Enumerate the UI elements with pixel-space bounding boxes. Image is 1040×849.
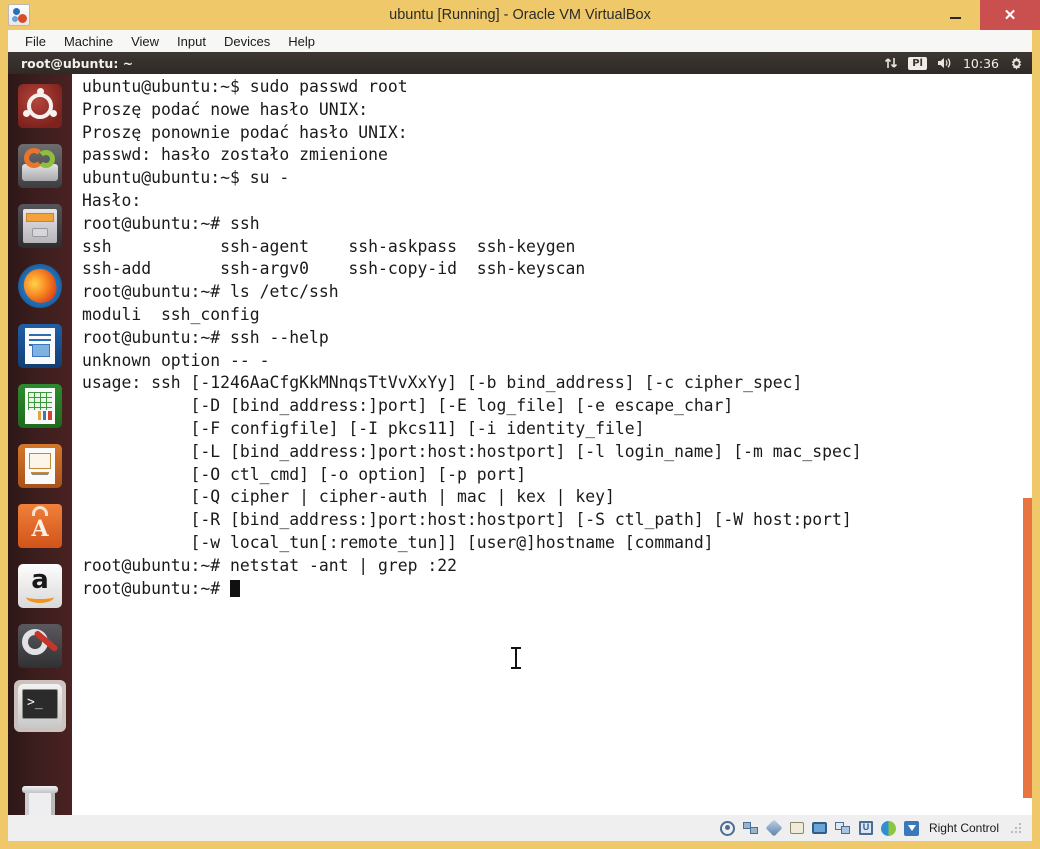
- menu-item-machine[interactable]: Machine: [55, 33, 122, 50]
- network-icon[interactable]: [884, 56, 898, 70]
- host-key-icon[interactable]: [904, 820, 920, 836]
- optical-drive-icon[interactable]: [720, 820, 736, 836]
- settings-icon: [18, 624, 62, 668]
- software-center-icon: A: [18, 504, 62, 548]
- writer-icon: [18, 324, 62, 368]
- ubuntu-icon: [18, 84, 62, 128]
- backup-icon: [18, 144, 62, 188]
- launcher-item-libreoffice-impress[interactable]: [14, 440, 66, 492]
- trash-icon: [18, 782, 62, 815]
- terminal-icon: >_: [18, 684, 62, 728]
- unity-top-panel: root@ubuntu: ~ Pl 10:36: [8, 52, 1032, 74]
- launcher-item-trash[interactable]: [14, 778, 66, 815]
- shared-folders-icon[interactable]: [789, 820, 805, 836]
- launcher-item-files[interactable]: [14, 200, 66, 252]
- network-adapter-icon[interactable]: [742, 820, 759, 836]
- unity-launcher: A a >_: [8, 74, 72, 815]
- menu-item-input[interactable]: Input: [168, 33, 215, 50]
- launcher-item-backups[interactable]: [14, 140, 66, 192]
- impress-icon: [18, 444, 62, 488]
- menu-bar: File Machine View Input Devices Help: [8, 30, 1032, 52]
- panel-window-title: root@ubuntu: ~: [21, 55, 134, 71]
- launcher-item-firefox[interactable]: [14, 260, 66, 312]
- window-title: ubuntu [Running] - Oracle VM VirtualBox: [389, 7, 651, 23]
- mouse-integration-icon[interactable]: [881, 820, 897, 836]
- terminal-window[interactable]: ubuntu@ubuntu:~$ sudo passwd root Proszę…: [72, 74, 1032, 815]
- panel-indicators: Pl 10:36: [884, 52, 1024, 74]
- scrollbar-thumb[interactable]: [1023, 498, 1032, 798]
- terminal-output: ubuntu@ubuntu:~$ sudo passwd root Proszę…: [82, 77, 862, 598]
- panel-clock[interactable]: 10:36: [963, 56, 999, 71]
- virtualbox-window: ubuntu [Running] - Oracle VM VirtualBox …: [0, 0, 1040, 849]
- calc-icon: [18, 384, 62, 428]
- terminal-cursor: [230, 579, 241, 597]
- launcher-item-terminal[interactable]: >_: [14, 680, 66, 732]
- launcher-item-dash-home[interactable]: [14, 80, 66, 132]
- cpu-icon[interactable]: [858, 820, 874, 836]
- launcher-item-amazon[interactable]: a: [14, 560, 66, 612]
- keyboard-layout-icon[interactable]: Pl: [908, 56, 927, 70]
- window-titlebar: ubuntu [Running] - Oracle VM VirtualBox …: [0, 0, 1040, 30]
- resize-grip[interactable]: [1010, 822, 1022, 834]
- minimize-button[interactable]: [936, 0, 974, 30]
- firefox-icon: [18, 264, 62, 308]
- menu-item-view[interactable]: View: [122, 33, 168, 50]
- launcher-item-libreoffice-calc[interactable]: [14, 380, 66, 432]
- virtualbox-status-bar: Right Control: [8, 815, 1032, 841]
- usb-icon[interactable]: [765, 819, 783, 837]
- gear-icon[interactable]: [1009, 56, 1024, 71]
- display-icon[interactable]: [812, 820, 828, 836]
- launcher-item-libreoffice-writer[interactable]: [14, 320, 66, 372]
- launcher-item-system-settings[interactable]: [14, 620, 66, 672]
- close-button[interactable]: ✕: [980, 0, 1040, 30]
- launcher-item-software-center[interactable]: A: [14, 500, 66, 552]
- amazon-icon: a: [18, 564, 62, 608]
- file-manager-icon: [18, 204, 62, 248]
- remote-desktop-icon[interactable]: [834, 820, 851, 836]
- guest-screen: root@ubuntu: ~ Pl 10:36 A a >_ ubuntu@ub…: [8, 52, 1032, 815]
- host-key-label: Right Control: [928, 821, 999, 835]
- menu-item-file[interactable]: File: [16, 33, 55, 50]
- close-icon: ✕: [1003, 6, 1017, 24]
- minimize-icon: [949, 17, 961, 19]
- menu-item-devices[interactable]: Devices: [215, 33, 279, 50]
- volume-icon[interactable]: [937, 56, 953, 70]
- menu-item-help[interactable]: Help: [279, 33, 324, 50]
- mouse-pointer-icon: [510, 646, 522, 670]
- terminal-scrollbar[interactable]: [1023, 74, 1032, 815]
